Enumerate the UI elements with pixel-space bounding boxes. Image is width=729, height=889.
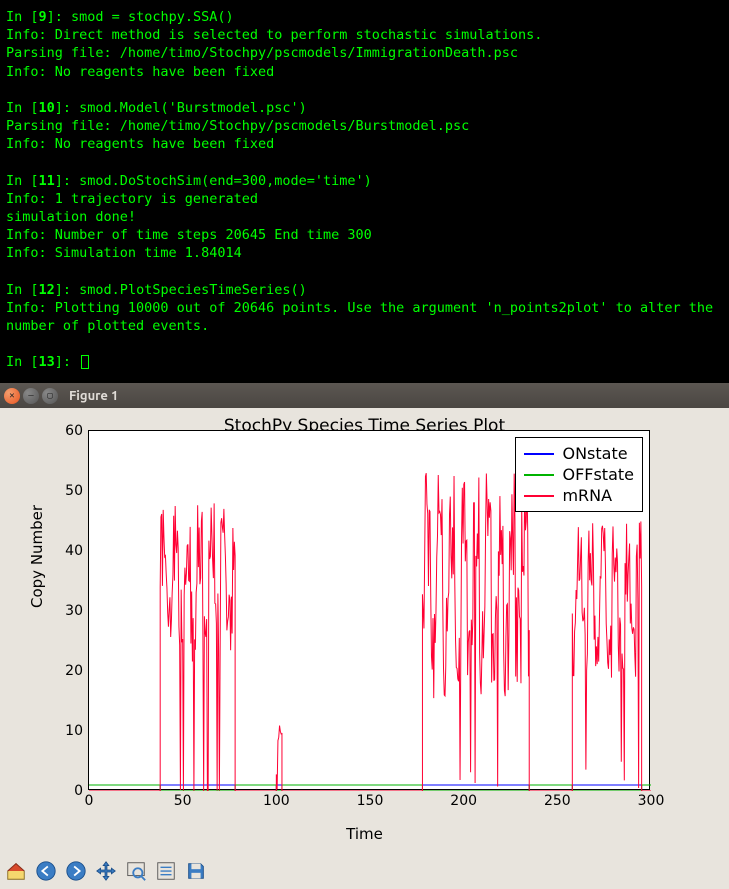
x-tick-label: 0 [85,789,94,809]
close-icon[interactable]: ✕ [4,388,20,404]
output-line: Parsing file: /home/timo/Stochpy/pscmode… [6,44,723,62]
matplotlib-toolbar [0,853,729,889]
x-axis-label: Time [0,825,729,843]
arrow-left-icon [35,860,57,882]
legend-entry: OFFstate [524,465,634,484]
y-tick-label: 10 [59,723,89,739]
legend-entry: mRNA [524,486,634,505]
save-icon [185,860,207,882]
plot-area: ONstateOFFstatemRNA 01020304050600501001… [88,430,650,790]
legend-swatch [524,474,554,476]
arrow-right-icon [65,860,87,882]
prompt-line[interactable]: In [13]: [6,353,723,371]
maximize-icon[interactable]: ▢ [42,388,58,404]
cursor [81,355,89,369]
y-tick-label: 60 [59,423,89,439]
legend-swatch [524,495,554,497]
output-line: Info: Direct method is selected to perfo… [6,26,723,44]
prompt-line: In [9]: smod = stochpy.SSA() [6,8,723,26]
legend: ONstate OFFstate mRNA [515,437,643,512]
blank-line [6,335,723,353]
zoom-button[interactable] [122,857,150,885]
x-tick-label: 300 [638,789,665,809]
output-line: simulation done! [6,208,723,226]
prompt-line: In [12]: smod.PlotSpeciesTimeSeries() [6,281,723,299]
output-line: Parsing file: /home/timo/Stochpy/pscmode… [6,117,723,135]
y-tick-label: 50 [59,483,89,499]
y-tick-label: 20 [59,663,89,679]
output-line: Info: Number of time steps 20645 End tim… [6,226,723,244]
y-tick-label: 40 [59,543,89,559]
output-line: Info: Simulation time 1.84014 [6,244,723,262]
forward-button[interactable] [62,857,90,885]
legend-label: ONstate [562,444,627,463]
back-button[interactable] [32,857,60,885]
blank-line [6,81,723,99]
y-tick-label: 30 [59,603,89,619]
configure-button[interactable] [152,857,180,885]
output-line: Info: No reagents have been fixed [6,135,723,153]
minimize-icon[interactable]: – [23,388,39,404]
save-button[interactable] [182,857,210,885]
home-button[interactable] [2,857,30,885]
legend-label: OFFstate [562,465,634,484]
configure-icon [155,860,177,882]
move-icon [95,860,117,882]
legend-entry: ONstate [524,444,634,463]
x-tick-label: 200 [450,789,477,809]
window-title: Figure 1 [69,389,118,403]
output-line: Info: Plotting 10000 out of 20646 points… [6,299,723,335]
legend-swatch [524,453,554,455]
legend-label: mRNA [562,486,612,505]
zoom-icon [125,860,147,882]
pan-button[interactable] [92,857,120,885]
y-axis-label: Copy Number [28,505,46,608]
prompt-line: In [10]: smod.Model('Burstmodel.psc') [6,99,723,117]
window-titlebar: ✕ – ▢ Figure 1 [0,383,729,408]
x-tick-label: 150 [357,789,384,809]
plot-container: StochPy Species Time Series Plot Copy Nu… [0,408,729,853]
output-line: Info: No reagents have been fixed [6,63,723,81]
figure-window: ✕ – ▢ Figure 1 StochPy Species Time Seri… [0,383,729,889]
output-line: Info: 1 trajectory is generated [6,190,723,208]
blank-line [6,154,723,172]
ipython-terminal[interactable]: In [9]: smod = stochpy.SSA()Info: Direct… [0,0,729,383]
x-tick-label: 250 [544,789,571,809]
home-icon [5,860,27,882]
x-tick-label: 100 [263,789,290,809]
blank-line [6,263,723,281]
prompt-line: In [11]: smod.DoStochSim(end=300,mode='t… [6,172,723,190]
x-tick-label: 50 [174,789,192,809]
